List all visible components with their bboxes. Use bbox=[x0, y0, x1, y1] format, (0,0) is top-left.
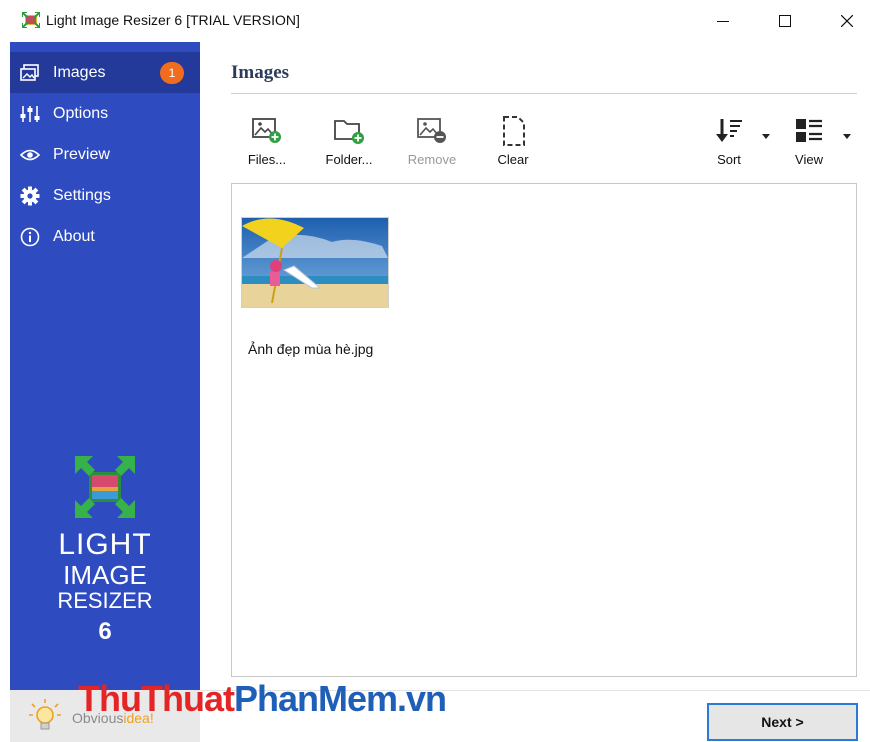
brand-text-version: 6 bbox=[98, 618, 112, 645]
beach-photo-thumbnail bbox=[242, 218, 388, 307]
next-button[interactable]: Next > bbox=[707, 703, 858, 741]
sort-icon bbox=[716, 119, 742, 142]
page-title: Images bbox=[231, 62, 290, 83]
app-logo-icon bbox=[22, 12, 40, 28]
images-icon bbox=[20, 63, 40, 83]
sort-label: Sort bbox=[717, 152, 741, 167]
sidebar: Images 1 Options Preview Settings About bbox=[10, 42, 200, 690]
options-sliders-icon bbox=[20, 104, 40, 124]
sort-button[interactable]: Sort bbox=[693, 112, 765, 174]
add-folder-button[interactable]: Folder... bbox=[313, 112, 385, 174]
remove-image-icon bbox=[417, 118, 446, 143]
gear-icon bbox=[20, 186, 40, 206]
watermark-part-a: ThuThuat bbox=[78, 678, 235, 719]
sort-dropdown-caret-icon[interactable] bbox=[761, 132, 771, 140]
sidebar-item-label: Options bbox=[53, 104, 109, 122]
sidebar-item-preview[interactable]: Preview bbox=[10, 134, 200, 175]
brand-text-light: LIGHT bbox=[58, 528, 152, 561]
add-folder-label: Folder... bbox=[325, 152, 373, 167]
lightbulb-icon bbox=[29, 699, 61, 730]
remove-button[interactable]: Remove bbox=[396, 112, 468, 174]
window-title: Light Image Resizer 6 [TRIAL VERSION] bbox=[46, 12, 300, 28]
add-files-button[interactable]: Files... bbox=[231, 112, 303, 174]
close-icon bbox=[841, 15, 853, 27]
remove-label: Remove bbox=[407, 152, 457, 167]
view-dropdown-caret-icon[interactable] bbox=[842, 132, 852, 140]
sidebar-item-label: Preview bbox=[53, 145, 110, 163]
image-thumbnail[interactable] bbox=[241, 217, 389, 308]
minimize-icon bbox=[717, 21, 729, 22]
sidebar-item-about[interactable]: About bbox=[10, 216, 200, 257]
image-list-panel[interactable]: Ảnh đẹp mùa hè.jpg bbox=[231, 183, 857, 677]
title-divider bbox=[231, 93, 857, 94]
sidebar-item-label: About bbox=[53, 227, 95, 245]
minimize-button[interactable] bbox=[700, 0, 746, 42]
maximize-icon bbox=[779, 15, 791, 27]
images-count-badge: 1 bbox=[160, 62, 184, 84]
add-files-label: Files... bbox=[247, 152, 287, 167]
brand-text-image: IMAGE bbox=[63, 560, 147, 590]
sidebar-item-label: Images bbox=[53, 63, 106, 81]
image-file-name: Ảnh đẹp mùa hè.jpg bbox=[248, 341, 374, 357]
sidebar-item-images[interactable]: Images 1 bbox=[10, 52, 200, 93]
info-icon bbox=[20, 227, 40, 247]
site-watermark: ThuThuatPhanMem.vn bbox=[78, 678, 447, 720]
close-button[interactable] bbox=[824, 0, 870, 42]
watermark-part-b: PhanMem.vn bbox=[233, 678, 447, 719]
clear-label: Clear bbox=[497, 152, 529, 167]
sidebar-item-settings[interactable]: Settings bbox=[10, 175, 200, 216]
add-image-file-icon bbox=[252, 118, 281, 143]
maximize-button[interactable] bbox=[762, 0, 808, 42]
add-folder-icon bbox=[334, 120, 364, 144]
view-label: View bbox=[795, 152, 823, 167]
eye-icon bbox=[20, 145, 40, 165]
sidebar-item-label: Settings bbox=[53, 186, 111, 204]
clear-list-icon bbox=[503, 116, 525, 146]
title-bar: Light Image Resizer 6 [TRIAL VERSION] bbox=[0, 0, 870, 42]
clear-button[interactable]: Clear bbox=[477, 112, 549, 174]
light-image-resizer-logo bbox=[75, 456, 135, 518]
view-mode-icon bbox=[796, 119, 822, 142]
brand-text-resizer: RESIZER bbox=[57, 588, 153, 613]
view-button[interactable]: View bbox=[773, 112, 845, 174]
sidebar-item-options[interactable]: Options bbox=[10, 93, 200, 134]
